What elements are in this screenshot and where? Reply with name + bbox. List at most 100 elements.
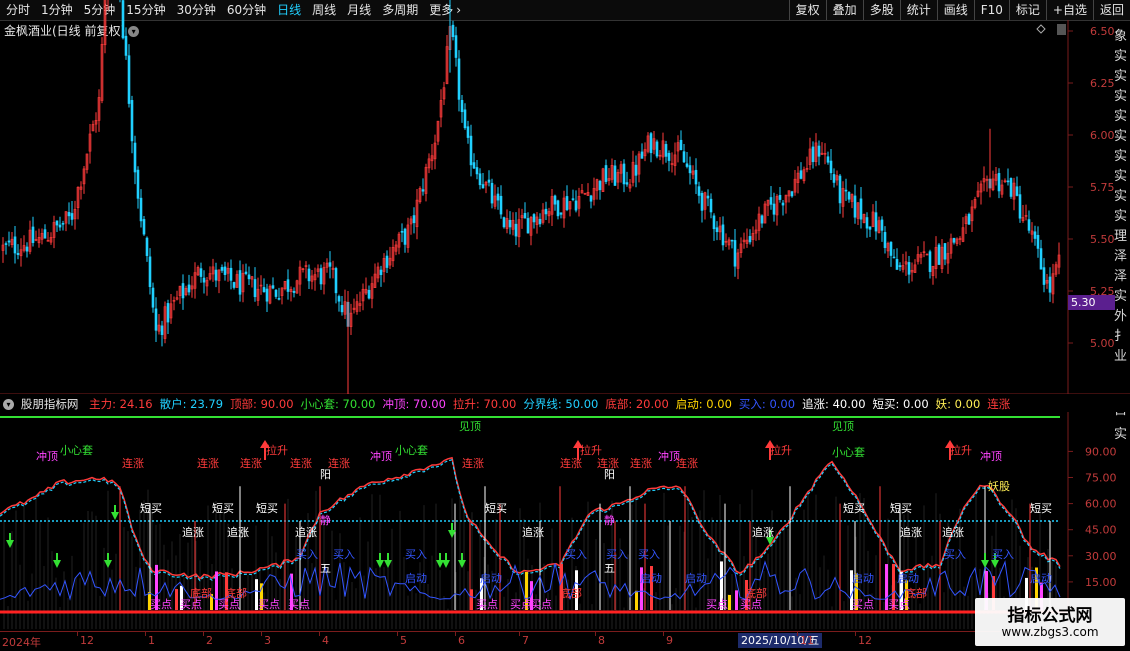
indicator-chart[interactable]: 90.00 75.00 60.00 45.00 30.00 15.00 自实 见顶 见顶小心套 小…	[0, 412, 1130, 631]
signal-label-xiaoxintao: 小心套	[60, 444, 93, 457]
ind-tick-label: 30.00	[1085, 550, 1117, 563]
candle-body	[565, 196, 569, 211]
candle-body	[133, 142, 137, 173]
date-label: 2	[206, 634, 213, 647]
signal-label-qidong: 启动	[480, 572, 502, 585]
candle-body	[781, 202, 785, 206]
date-tick	[595, 632, 596, 636]
price-tick-label: 5.50	[1090, 233, 1115, 246]
signal-label-lasheng: 拉升	[580, 443, 602, 457]
signal-label-mairu: 买入	[992, 548, 1014, 561]
candle-body	[1042, 267, 1046, 285]
candle-body	[55, 220, 59, 226]
candle-body	[244, 271, 248, 274]
signal-label-yaogu: 妖股	[988, 479, 1010, 493]
candle-body	[214, 269, 218, 281]
date-label: 9	[666, 634, 673, 647]
candle-body	[454, 35, 458, 58]
candle-body	[502, 217, 506, 228]
candle-body	[721, 224, 725, 246]
down-arrow-icon	[442, 553, 450, 568]
indicator-param-0: 主力: 24.16	[89, 397, 153, 411]
ind-tick-label: 45.00	[1085, 524, 1117, 537]
candle-body	[1039, 248, 1043, 270]
chevron-down-icon[interactable]: ▾	[3, 399, 14, 410]
candle-body	[859, 198, 863, 220]
candle-body	[451, 24, 455, 37]
candle-body	[199, 268, 203, 277]
last-price-badge: 5.30	[1068, 295, 1115, 310]
down-arrow-icon	[981, 553, 989, 568]
side-panel-text: 实	[1114, 69, 1127, 84]
candle-body	[589, 195, 593, 202]
signal-label-lazhang: 连涨	[240, 457, 262, 470]
signal-bar	[728, 594, 731, 610]
candle-body	[790, 191, 794, 197]
candle-body	[634, 164, 638, 176]
candle-body	[811, 146, 815, 163]
main-force-line	[0, 456, 1061, 580]
candle-body	[844, 189, 848, 192]
date-tick	[261, 632, 262, 636]
date-tick	[797, 632, 798, 636]
candle-body	[7, 240, 11, 243]
candle-body	[274, 289, 278, 297]
candle-body	[154, 308, 158, 331]
signal-label-chongding: 冲顶	[36, 449, 58, 463]
date-label: 5	[400, 634, 407, 647]
side-panel-text: 泽	[1114, 269, 1127, 284]
candle-body	[160, 325, 164, 335]
price-tick-label: 5.00	[1090, 337, 1115, 350]
signal-label-lazhang: 连涨	[328, 457, 350, 470]
candle-body	[748, 236, 752, 243]
candle-body	[880, 219, 884, 231]
candle-body	[238, 270, 242, 295]
candle-body	[271, 285, 275, 289]
indicator-param-7: 底部: 20.00	[605, 397, 669, 411]
candle-body	[334, 268, 338, 294]
candle-body	[952, 237, 956, 243]
candle-body	[229, 267, 233, 281]
signal-label-mairu: 买入	[944, 548, 966, 561]
candle-body	[253, 279, 257, 298]
candle-body	[622, 163, 626, 185]
signal-label-maidian: 买点	[852, 598, 874, 611]
date-label: 6	[458, 634, 465, 647]
side-panel-text: 实	[1114, 129, 1127, 144]
indicator-param-9: 买入: 0.00	[738, 397, 796, 411]
side-panel-text: 实	[1114, 169, 1127, 184]
candle-body	[181, 283, 185, 299]
candle-body	[265, 288, 269, 302]
date-label: 4	[322, 634, 329, 647]
candle-body	[151, 287, 155, 308]
signal-label-lazhang: 连涨	[290, 457, 312, 470]
signal-label-mairu: 买入	[606, 548, 628, 561]
diamond-icon	[1036, 24, 1046, 34]
candle-body	[124, 35, 128, 56]
signal-label-lazhang: 连涨	[122, 457, 144, 470]
candle-body	[247, 274, 251, 280]
indicator-param-3: 小心套: 70.00	[300, 397, 376, 411]
candle-body	[514, 223, 518, 237]
candle-body	[928, 251, 932, 272]
signal-label-duanmai: 短买	[256, 501, 278, 515]
side-panel-text: 实	[1114, 289, 1127, 304]
watermark-url: www.zbgs3.com	[1001, 625, 1099, 639]
candle-body	[262, 287, 266, 293]
signal-label-maidian: 买点	[150, 598, 172, 611]
candle-body	[457, 58, 461, 100]
candle-body	[508, 219, 512, 228]
candle-body	[898, 265, 902, 267]
indicator-name[interactable]: 股朋指标网	[21, 396, 79, 412]
candle-body	[523, 213, 527, 219]
candle-body	[139, 197, 143, 222]
candle-body	[319, 268, 323, 285]
price-chart[interactable]: 7.507.257.006.756.506.256.005.755.505.25…	[0, 0, 1130, 394]
signal-label-wu: 五	[320, 562, 331, 575]
signal-label-xiaoxintao: 小心套	[832, 446, 865, 459]
signal-label-dibu: 底部	[560, 586, 582, 600]
candle-body	[232, 282, 236, 288]
candle-body	[664, 144, 668, 157]
signal-bar	[175, 589, 178, 610]
candle-body	[145, 237, 149, 256]
